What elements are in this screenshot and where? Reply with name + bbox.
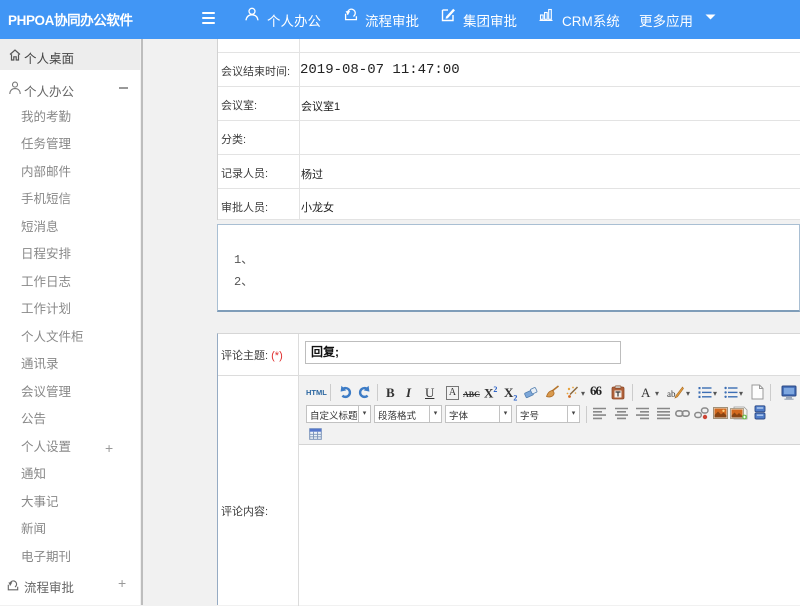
svg-text:ab: ab	[667, 389, 676, 399]
